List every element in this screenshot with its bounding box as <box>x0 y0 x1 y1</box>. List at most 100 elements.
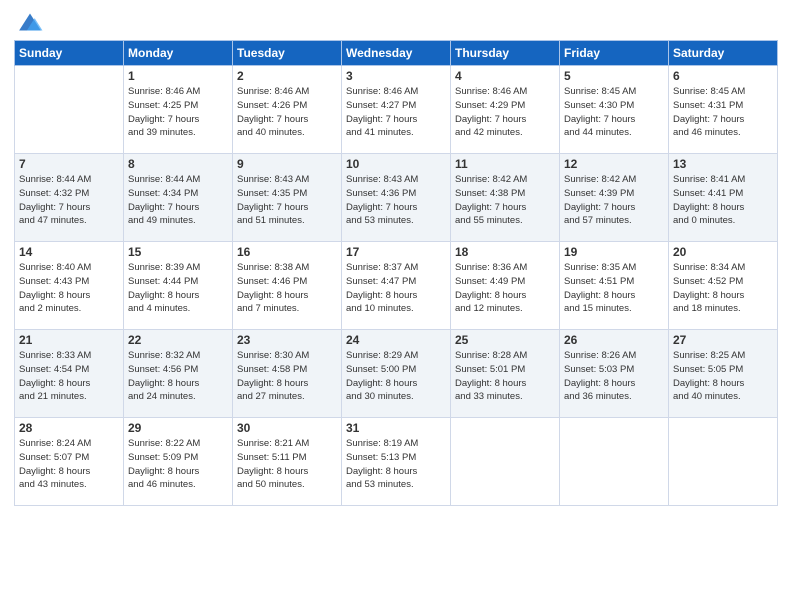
col-header-thursday: Thursday <box>451 41 560 66</box>
calendar-week-4: 21 Sunrise: 8:33 AM Sunset: 4:54 PM Dayli… <box>15 330 778 418</box>
page-header <box>14 10 778 34</box>
calendar-cell: 15 Sunrise: 8:39 AM Sunset: 4:44 PM Dayli… <box>124 242 233 330</box>
day-number: 30 <box>237 421 337 435</box>
day-number: 21 <box>19 333 119 347</box>
calendar-cell: 27 Sunrise: 8:25 AM Sunset: 5:05 PM Dayli… <box>669 330 778 418</box>
calendar-cell: 28Sunrise: 8:24 AM Sunset: 5:07 PM Dayli… <box>15 418 124 506</box>
calendar-cell: 7 Sunrise: 8:44 AM Sunset: 4:32 PM Daylig… <box>15 154 124 242</box>
day-number: 18 <box>455 245 555 259</box>
calendar-cell: 21 Sunrise: 8:33 AM Sunset: 4:54 PM Dayli… <box>15 330 124 418</box>
cell-info: Sunrise: 8:46 AM Sunset: 4:27 PM Dayligh… <box>346 85 446 140</box>
calendar-week-1: 1Sunrise: 8:46 AM Sunset: 4:25 PM Daylig… <box>15 66 778 154</box>
day-number: 24 <box>346 333 446 347</box>
calendar-week-3: 14 Sunrise: 8:40 AM Sunset: 4:43 PM Dayli… <box>15 242 778 330</box>
calendar-cell: 5Sunrise: 8:45 AM Sunset: 4:30 PM Daylig… <box>560 66 669 154</box>
day-number: 16 <box>237 245 337 259</box>
cell-info: Sunrise: 8:29 AM Sunset: 5:00 PM Dayligh… <box>346 349 446 404</box>
cell-info: Sunrise: 8:40 AM Sunset: 4:43 PM Dayligh… <box>19 261 119 316</box>
day-number: 7 <box>19 157 119 171</box>
calendar-cell: 31 Sunrise: 8:19 AM Sunset: 5:13 PM Dayli… <box>342 418 451 506</box>
day-number: 29 <box>128 421 228 435</box>
day-number: 5 <box>564 69 664 83</box>
cell-info: Sunrise: 8:25 AM Sunset: 5:05 PM Dayligh… <box>673 349 773 404</box>
calendar-cell: 24 Sunrise: 8:29 AM Sunset: 5:00 PM Dayli… <box>342 330 451 418</box>
calendar-table: SundayMondayTuesdayWednesdayThursdayFrid… <box>14 40 778 506</box>
cell-info: Sunrise: 8:22 AM Sunset: 5:09 PM Dayligh… <box>128 437 228 492</box>
calendar-cell: 20Sunrise: 8:34 AM Sunset: 4:52 PM Dayli… <box>669 242 778 330</box>
calendar-cell <box>560 418 669 506</box>
cell-info: Sunrise: 8:30 AM Sunset: 4:58 PM Dayligh… <box>237 349 337 404</box>
day-number: 25 <box>455 333 555 347</box>
calendar-cell: 13 Sunrise: 8:41 AM Sunset: 4:41 PM Dayli… <box>669 154 778 242</box>
day-number: 31 <box>346 421 446 435</box>
calendar-cell: 9 Sunrise: 8:43 AM Sunset: 4:35 PM Daylig… <box>233 154 342 242</box>
cell-info: Sunrise: 8:42 AM Sunset: 4:39 PM Dayligh… <box>564 173 664 228</box>
calendar-week-5: 28Sunrise: 8:24 AM Sunset: 5:07 PM Dayli… <box>15 418 778 506</box>
cell-info: Sunrise: 8:46 AM Sunset: 4:26 PM Dayligh… <box>237 85 337 140</box>
logo-icon <box>16 10 44 34</box>
calendar-cell: 4 Sunrise: 8:46 AM Sunset: 4:29 PM Daylig… <box>451 66 560 154</box>
day-number: 20 <box>673 245 773 259</box>
day-number: 12 <box>564 157 664 171</box>
cell-info: Sunrise: 8:38 AM Sunset: 4:46 PM Dayligh… <box>237 261 337 316</box>
day-number: 1 <box>128 69 228 83</box>
calendar-cell: 1Sunrise: 8:46 AM Sunset: 4:25 PM Daylig… <box>124 66 233 154</box>
calendar-cell: 29 Sunrise: 8:22 AM Sunset: 5:09 PM Dayli… <box>124 418 233 506</box>
calendar-cell: 2Sunrise: 8:46 AM Sunset: 4:26 PM Daylig… <box>233 66 342 154</box>
day-number: 10 <box>346 157 446 171</box>
calendar-cell <box>669 418 778 506</box>
cell-info: Sunrise: 8:39 AM Sunset: 4:44 PM Dayligh… <box>128 261 228 316</box>
cell-info: Sunrise: 8:37 AM Sunset: 4:47 PM Dayligh… <box>346 261 446 316</box>
day-number: 8 <box>128 157 228 171</box>
cell-info: Sunrise: 8:19 AM Sunset: 5:13 PM Dayligh… <box>346 437 446 492</box>
day-number: 23 <box>237 333 337 347</box>
calendar-cell <box>451 418 560 506</box>
cell-info: Sunrise: 8:44 AM Sunset: 4:32 PM Dayligh… <box>19 173 119 228</box>
day-number: 27 <box>673 333 773 347</box>
col-header-saturday: Saturday <box>669 41 778 66</box>
calendar-cell: 17Sunrise: 8:37 AM Sunset: 4:47 PM Dayli… <box>342 242 451 330</box>
day-number: 19 <box>564 245 664 259</box>
cell-info: Sunrise: 8:32 AM Sunset: 4:56 PM Dayligh… <box>128 349 228 404</box>
calendar-cell: 10Sunrise: 8:43 AM Sunset: 4:36 PM Dayli… <box>342 154 451 242</box>
calendar-cell: 16 Sunrise: 8:38 AM Sunset: 4:46 PM Dayli… <box>233 242 342 330</box>
cell-info: Sunrise: 8:35 AM Sunset: 4:51 PM Dayligh… <box>564 261 664 316</box>
calendar-cell: 11Sunrise: 8:42 AM Sunset: 4:38 PM Dayli… <box>451 154 560 242</box>
cell-info: Sunrise: 8:41 AM Sunset: 4:41 PM Dayligh… <box>673 173 773 228</box>
calendar-cell: 14 Sunrise: 8:40 AM Sunset: 4:43 PM Dayli… <box>15 242 124 330</box>
calendar-cell: 12 Sunrise: 8:42 AM Sunset: 4:39 PM Dayli… <box>560 154 669 242</box>
col-header-friday: Friday <box>560 41 669 66</box>
calendar-cell: 23 Sunrise: 8:30 AM Sunset: 4:58 PM Dayli… <box>233 330 342 418</box>
cell-info: Sunrise: 8:28 AM Sunset: 5:01 PM Dayligh… <box>455 349 555 404</box>
col-header-tuesday: Tuesday <box>233 41 342 66</box>
calendar-page: SundayMondayTuesdayWednesdayThursdayFrid… <box>0 0 792 612</box>
cell-info: Sunrise: 8:44 AM Sunset: 4:34 PM Dayligh… <box>128 173 228 228</box>
cell-info: Sunrise: 8:42 AM Sunset: 4:38 PM Dayligh… <box>455 173 555 228</box>
cell-info: Sunrise: 8:26 AM Sunset: 5:03 PM Dayligh… <box>564 349 664 404</box>
calendar-cell: 18 Sunrise: 8:36 AM Sunset: 4:49 PM Dayli… <box>451 242 560 330</box>
cell-info: Sunrise: 8:33 AM Sunset: 4:54 PM Dayligh… <box>19 349 119 404</box>
cell-info: Sunrise: 8:46 AM Sunset: 4:29 PM Dayligh… <box>455 85 555 140</box>
col-header-sunday: Sunday <box>15 41 124 66</box>
day-number: 28 <box>19 421 119 435</box>
cell-info: Sunrise: 8:43 AM Sunset: 4:35 PM Dayligh… <box>237 173 337 228</box>
day-number: 15 <box>128 245 228 259</box>
cell-info: Sunrise: 8:21 AM Sunset: 5:11 PM Dayligh… <box>237 437 337 492</box>
day-number: 4 <box>455 69 555 83</box>
calendar-cell: 25 Sunrise: 8:28 AM Sunset: 5:01 PM Dayli… <box>451 330 560 418</box>
col-header-wednesday: Wednesday <box>342 41 451 66</box>
day-number: 14 <box>19 245 119 259</box>
day-number: 13 <box>673 157 773 171</box>
calendar-cell: 3 Sunrise: 8:46 AM Sunset: 4:27 PM Daylig… <box>342 66 451 154</box>
day-number: 9 <box>237 157 337 171</box>
cell-info: Sunrise: 8:36 AM Sunset: 4:49 PM Dayligh… <box>455 261 555 316</box>
calendar-cell: 22 Sunrise: 8:32 AM Sunset: 4:56 PM Dayli… <box>124 330 233 418</box>
calendar-cell <box>15 66 124 154</box>
calendar-cell: 30 Sunrise: 8:21 AM Sunset: 5:11 PM Dayli… <box>233 418 342 506</box>
header-row: SundayMondayTuesdayWednesdayThursdayFrid… <box>15 41 778 66</box>
cell-info: Sunrise: 8:45 AM Sunset: 4:31 PM Dayligh… <box>673 85 773 140</box>
calendar-cell: 19 Sunrise: 8:35 AM Sunset: 4:51 PM Dayli… <box>560 242 669 330</box>
day-number: 22 <box>128 333 228 347</box>
logo <box>14 10 44 34</box>
day-number: 3 <box>346 69 446 83</box>
